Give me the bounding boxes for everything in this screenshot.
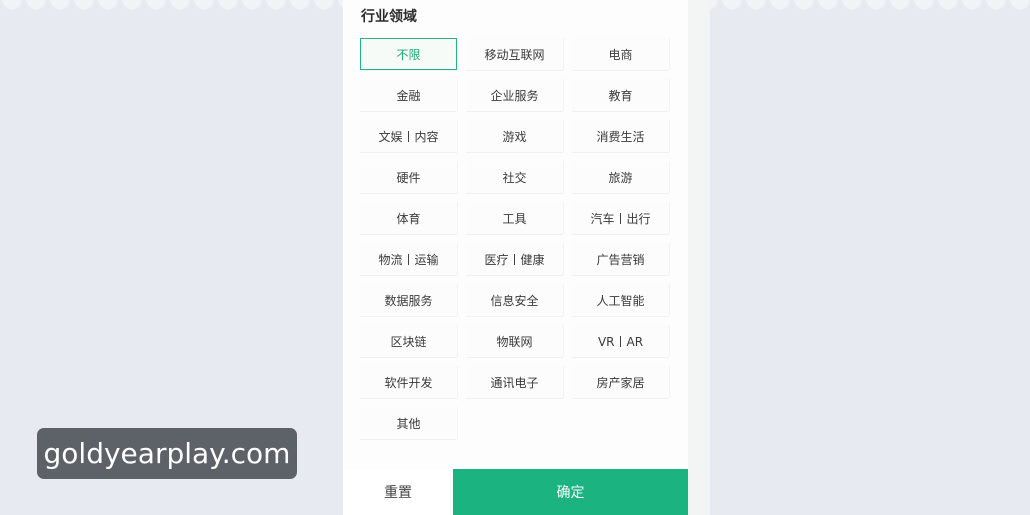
- industry-option[interactable]: 企业服务: [466, 79, 563, 111]
- filter-footer: 重置 确定: [343, 469, 688, 515]
- industry-option[interactable]: 软件开发: [360, 366, 457, 398]
- industry-option[interactable]: 社交: [466, 161, 563, 193]
- industry-option[interactable]: 物流丨运输: [360, 243, 457, 275]
- industry-option[interactable]: 汽车丨出行: [572, 202, 669, 234]
- industry-option[interactable]: 工具: [466, 202, 563, 234]
- industry-option[interactable]: 房产家居: [572, 366, 669, 398]
- industry-option[interactable]: 移动互联网: [466, 38, 563, 70]
- panel-edge: [688, 0, 710, 515]
- watermark-badge: goldyearplay.com: [37, 428, 297, 479]
- industry-option[interactable]: 金融: [360, 79, 457, 111]
- industry-option[interactable]: VR丨AR: [572, 325, 669, 357]
- confirm-button[interactable]: 确定: [453, 469, 688, 515]
- industry-option[interactable]: 通讯电子: [466, 366, 563, 398]
- industry-option[interactable]: 游戏: [466, 120, 563, 152]
- industry-option[interactable]: 不限: [360, 38, 457, 70]
- industry-option[interactable]: 体育: [360, 202, 457, 234]
- industry-option[interactable]: 硬件: [360, 161, 457, 193]
- industry-option[interactable]: 人工智能: [572, 284, 669, 316]
- reset-button[interactable]: 重置: [343, 469, 453, 515]
- industry-option[interactable]: 教育: [572, 79, 669, 111]
- industry-option[interactable]: 区块链: [360, 325, 457, 357]
- industry-option[interactable]: 医疗丨健康: [466, 243, 563, 275]
- industry-option[interactable]: 广告营销: [572, 243, 669, 275]
- industry-options-grid: 不限 移动互联网 电商金融 企业服务 教育文娱丨内容 游戏 消费生活硬件 社交 旅游体育 工具 汽车…: [360, 38, 669, 439]
- filter-panel: 行业领域 不限 移动互联网 电商金融 企业服务 教育文娱丨内容 游戏 消费生活硬件 社交 旅游体…: [343, 0, 688, 515]
- industry-option[interactable]: 文娱丨内容: [360, 120, 457, 152]
- industry-option[interactable]: 数据服务: [360, 284, 457, 316]
- industry-option[interactable]: 消费生活: [572, 120, 669, 152]
- industry-option[interactable]: 其他: [360, 407, 457, 439]
- industry-option[interactable]: 电商: [572, 38, 669, 70]
- industry-option[interactable]: 物联网: [466, 325, 563, 357]
- section-title: 行业领域: [361, 9, 417, 25]
- industry-option[interactable]: 旅游: [572, 161, 669, 193]
- industry-option[interactable]: 信息安全: [466, 284, 563, 316]
